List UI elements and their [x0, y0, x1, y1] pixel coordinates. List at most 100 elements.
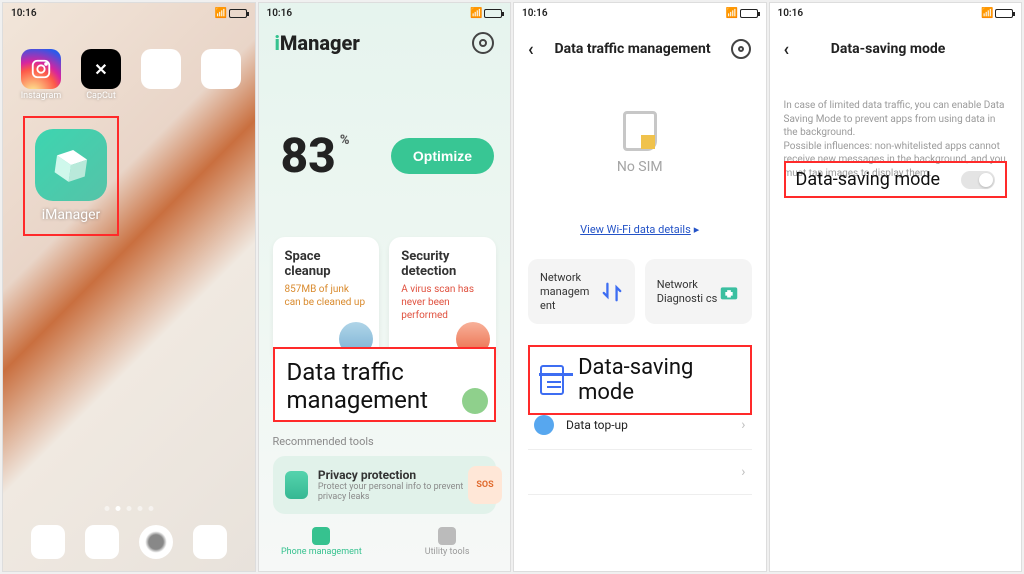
app-blank[interactable]	[197, 49, 245, 101]
tab-utility-tools[interactable]: Utility tools	[384, 519, 510, 565]
section-label: Recommended tools	[273, 435, 497, 448]
status-bar: 10:16 📶	[259, 3, 511, 23]
document-icon	[540, 365, 564, 395]
card-label: Network managem ent	[540, 271, 601, 312]
score-row: 83 % Optimize	[281, 127, 495, 184]
imanager-brand: iManager	[275, 31, 360, 55]
card-title: Privacy protection	[318, 468, 484, 482]
item-label: Data-saving mode	[578, 355, 739, 405]
signal-icon: 📶	[470, 8, 480, 18]
dock-app[interactable]	[193, 525, 227, 559]
sos-icon: SOS	[468, 466, 502, 504]
link-text: View Wi-Fi data details	[580, 223, 691, 236]
card-title: Data traffic management	[287, 359, 483, 414]
instagram-icon	[21, 49, 61, 89]
tab-phone-management[interactable]: Phone management	[259, 519, 385, 565]
card-network-management[interactable]: Network managem ent	[528, 259, 635, 324]
battery-icon	[740, 9, 758, 18]
utility-tools-icon	[438, 527, 456, 545]
screen-home: 10:16 📶 Instagram ✕ CapCut iManager	[2, 2, 256, 572]
optimize-button[interactable]: Optimize	[391, 138, 494, 174]
signal-icon: 📶	[981, 8, 991, 18]
card-security-detection[interactable]: Security detection A virus scan has neve…	[389, 237, 496, 362]
screen-imanager: 10:16 📶 iManager 83 % Optimize Space cle…	[258, 2, 512, 572]
toggle-data-saving-mode-highlighted[interactable]: Data-saving mode	[784, 161, 1008, 198]
app-capcut[interactable]: ✕ CapCut	[77, 49, 125, 101]
toggle-label: Data-saving mode	[796, 169, 941, 190]
top-bar: ‹ Data traffic management	[514, 31, 766, 67]
capcut-icon: ✕	[81, 49, 121, 89]
page-title: Data traffic management	[555, 41, 711, 57]
home-dock	[31, 525, 227, 559]
status-time: 10:16	[778, 8, 804, 19]
phone-management-icon	[312, 527, 330, 545]
sim-label: No SIM	[617, 159, 663, 175]
feature-cards: Space cleanup 857MB of junk can be clean…	[273, 237, 497, 362]
app-label: Instagram	[21, 91, 62, 101]
settings-icon[interactable]	[472, 32, 494, 54]
status-bar: 10:16 📶	[3, 3, 255, 23]
screen-data-saving-mode: 10:16 📶 ‹ Data-saving mode In case of li…	[769, 2, 1023, 572]
network-cards: Network managem ent Network Diagnosti cs	[528, 259, 752, 324]
dock-app[interactable]	[31, 525, 65, 559]
card-label: Network Diagnosti cs	[657, 278, 718, 306]
settings-icon[interactable]	[731, 39, 751, 59]
tab-label: Phone management	[281, 547, 362, 557]
status-bar: 10:16 📶	[514, 3, 766, 23]
dock-app[interactable]	[139, 525, 173, 559]
tab-label: Utility tools	[425, 547, 470, 557]
item-label: Data top-up	[566, 418, 628, 432]
screen-data-traffic: 10:16 📶 ‹ Data traffic management No SIM…	[513, 2, 767, 572]
list-item[interactable]: ›	[528, 450, 752, 495]
item-data-topup[interactable]: Data top-up ›	[528, 401, 752, 450]
top-bar: ‹ Data-saving mode	[770, 31, 1022, 67]
wifi-details-link[interactable]: View Wi-Fi data details▸	[514, 223, 766, 236]
status-right: 📶	[215, 8, 247, 18]
signal-icon: 📶	[726, 8, 736, 18]
app-instagram[interactable]: Instagram	[17, 49, 65, 101]
status-time: 10:16	[11, 8, 37, 19]
triangle-right-icon: ▸	[694, 223, 700, 236]
status-time: 10:16	[522, 8, 548, 19]
brand-rest: Manager	[280, 31, 360, 55]
medkit-icon	[718, 281, 740, 303]
app-label: CapCut	[86, 91, 116, 101]
topup-icon	[534, 415, 554, 435]
blank-icon	[201, 49, 241, 89]
chevron-right-icon: ›	[741, 464, 745, 480]
app-imanager-highlighted[interactable]: iManager	[23, 116, 119, 236]
home-app-grid: Instagram ✕ CapCut	[17, 49, 245, 101]
back-icon[interactable]: ‹	[784, 39, 790, 60]
card-title: Space cleanup	[285, 249, 368, 279]
back-icon[interactable]: ‹	[528, 39, 534, 60]
page-title: Data-saving mode	[831, 41, 946, 57]
status-right: 📶	[981, 8, 1013, 18]
card-network-diagnostics[interactable]: Network Diagnosti cs	[645, 259, 752, 324]
blank-icon	[141, 49, 181, 89]
chevron-right-icon: ›	[741, 417, 745, 433]
bottom-nav: Phone management Utility tools	[259, 519, 511, 565]
card-subtitle: 857MB of junk can be cleaned up	[285, 283, 368, 309]
card-space-cleanup[interactable]: Space cleanup 857MB of junk can be clean…	[273, 237, 380, 362]
battery-icon	[995, 9, 1013, 18]
toggle-switch[interactable]	[961, 171, 995, 189]
dock-app[interactable]	[85, 525, 119, 559]
status-time: 10:16	[267, 8, 293, 19]
status-right: 📶	[726, 8, 758, 18]
battery-icon	[229, 9, 247, 18]
app-label: iManager	[42, 207, 101, 223]
imanager-header: iManager	[275, 31, 495, 55]
battery-icon	[484, 9, 502, 18]
card-subtitle: A virus scan has never been performed	[401, 283, 484, 322]
status-right: 📶	[470, 8, 502, 18]
score-value: 83	[281, 127, 336, 184]
card-title: Security detection	[401, 249, 484, 279]
home-page-indicator	[104, 506, 153, 511]
imanager-icon	[35, 129, 107, 201]
app-blank[interactable]	[137, 49, 185, 101]
score-unit: %	[340, 133, 350, 148]
card-data-traffic-management-highlighted[interactable]: Data traffic management	[273, 347, 497, 422]
card-privacy-protection[interactable]: Privacy protection Protect your personal…	[273, 456, 497, 514]
options-list: Data top-up › ›	[528, 401, 752, 495]
optimization-score: 83 %	[281, 127, 350, 184]
